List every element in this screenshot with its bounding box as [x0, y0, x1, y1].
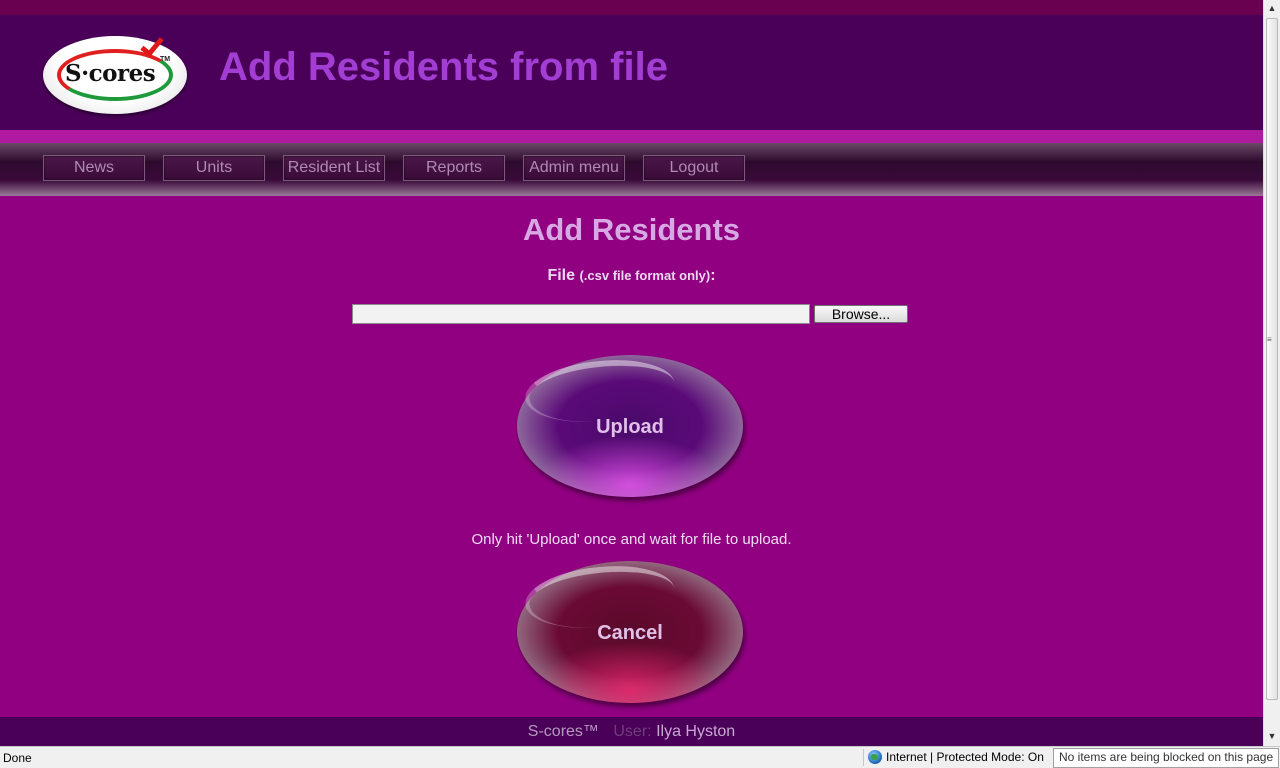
file-label-text: File	[547, 267, 576, 284]
security-zone[interactable]: Internet | Protected Mode: On	[868, 750, 1044, 764]
top-stripe	[0, 0, 1263, 15]
file-format-hint: (.csv file format only)	[579, 268, 711, 283]
popup-blocker-status[interactable]: No items are being blocked on this page	[1053, 748, 1280, 768]
logo-text: S·cores	[65, 60, 156, 87]
status-text: Done	[3, 751, 32, 765]
scores-logo[interactable]: S·cores TM	[43, 32, 187, 114]
scrollbar-thumb[interactable]	[1266, 18, 1278, 700]
page-header: S·cores TM Add Residents from file	[0, 15, 1263, 130]
scroll-up-arrow-icon[interactable]: ▲	[1267, 3, 1277, 13]
nav-logout-button[interactable]: Logout	[643, 155, 745, 181]
upload-button-label: Upload	[596, 416, 664, 438]
nav-resident-list-button[interactable]: Resident List	[283, 155, 385, 181]
logo-trademark: TM	[160, 56, 171, 63]
vertical-scrollbar[interactable]: ▲ ≡ ▼	[1263, 0, 1280, 746]
cancel-button[interactable]: Cancel	[517, 559, 743, 703]
file-label: File (.csv file format only):	[0, 267, 1263, 285]
nav-reports-button[interactable]: Reports	[403, 155, 505, 181]
browser-status-bar: Done Internet | Protected Mode: On No it…	[0, 746, 1280, 768]
file-label-colon: :	[710, 267, 716, 284]
globe-icon	[868, 750, 882, 764]
cancel-button-label: Cancel	[597, 622, 663, 644]
scroll-down-arrow-icon[interactable]: ▼	[1267, 731, 1277, 741]
section-title: Add Residents	[522, 212, 741, 247]
nav-admin-menu-button[interactable]: Admin menu	[523, 155, 625, 181]
page-footer: S-cores™ User: Ilya Hyston	[0, 717, 1263, 746]
upload-note: Only hit 'Upload' once and wait for file…	[471, 531, 792, 548]
upload-button[interactable]: Upload	[517, 353, 743, 497]
page-title: Add Residents from file	[219, 45, 668, 89]
footer-brand: S-cores™	[527, 723, 599, 740]
footer-user-name: Ilya Hyston	[656, 723, 736, 740]
security-zone-text: Internet | Protected Mode: On	[886, 750, 1044, 764]
status-separator	[863, 749, 864, 766]
main-nav: News Units Resident List Reports Admin m…	[0, 143, 1263, 196]
header-band	[0, 130, 1263, 143]
web-page: S·cores TM Add Residents from file News …	[0, 0, 1263, 746]
nav-news-button[interactable]: News	[43, 155, 145, 181]
browse-button[interactable]: Browse...	[814, 305, 908, 323]
nav-units-button[interactable]: Units	[163, 155, 265, 181]
scrollbar-grip-icon: ≡	[1267, 335, 1272, 344]
footer-user-label: User:	[613, 723, 652, 740]
file-path-input[interactable]	[352, 304, 810, 324]
